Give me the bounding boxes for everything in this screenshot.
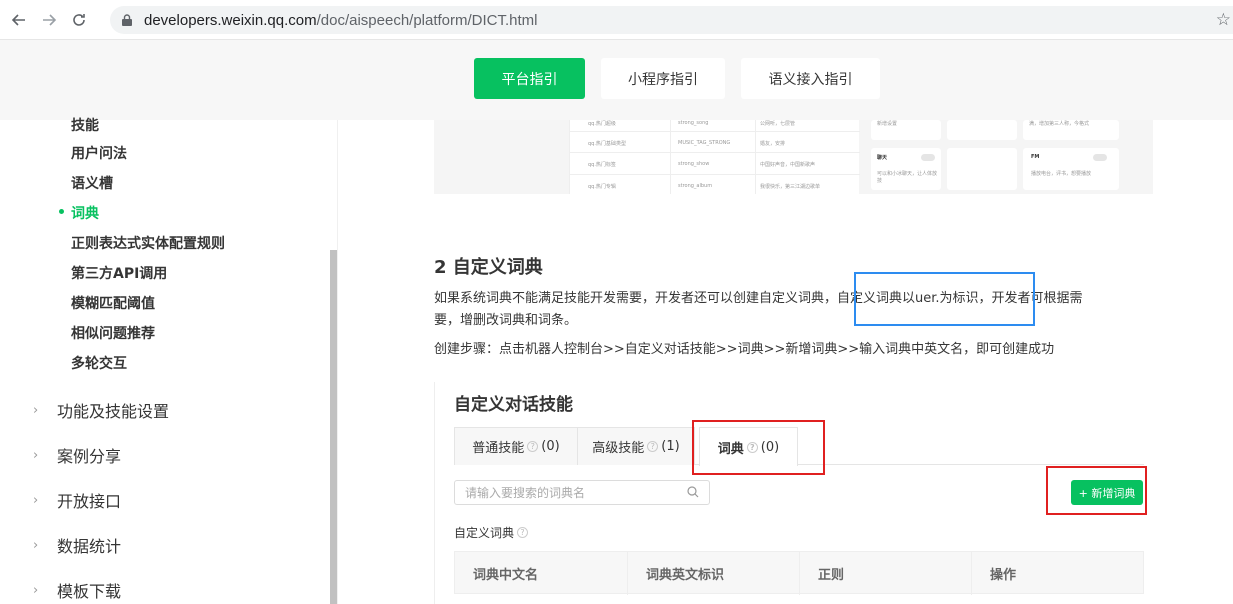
dict-table-header: 词典中文名 词典英文标识 正则 操作 (454, 551, 1144, 595)
chevron-right-icon: › (33, 537, 39, 553)
mini-card-desc: 满，增加第三人称，今格式 (1029, 121, 1090, 127)
mini-cell: strong_album (678, 183, 713, 189)
chevron-right-icon: › (33, 492, 39, 508)
col-en-id: 词典英文标识 (628, 552, 800, 595)
browser-toolbar: developers.weixin.qq.com/doc/aispeech/pl… (0, 0, 1233, 40)
sidebar: 技能 用户问法 语义槽 词典 正则表达式实体配置规则 第三方API调用 模糊匹配… (0, 118, 330, 604)
section-title: 2 自定义词典 (434, 257, 543, 278)
sidebar-group-cases[interactable]: › 案例分享 (33, 443, 121, 467)
annotation-box-dict-tab (692, 420, 825, 475)
chevron-right-icon: › (33, 402, 39, 418)
mini-table: qq.热门超级 strong_song 公网听，七层管 qq.热门基础类型 MU… (569, 120, 860, 194)
help-icon: ? (517, 527, 529, 538)
url-path: /doc/aispeech/platform/DICT.html (316, 11, 538, 29)
mini-cell: strong_song (678, 120, 709, 126)
sidebar-group-label: 案例分享 (57, 447, 122, 466)
sidebar-group-label: 数据统计 (57, 537, 122, 556)
tab-label: 普通技能 (472, 441, 525, 456)
mini-cell: strong_show (678, 161, 710, 167)
mini-cell: qq.热门专辑 (588, 184, 616, 190)
chevron-right-icon: › (33, 447, 39, 463)
main-content: qq.热门超级 strong_song 公网听，七层管 qq.热门基础类型 MU… (338, 120, 1233, 604)
mini-card (947, 148, 1017, 190)
sidebar-group-templates[interactable]: › 模板下载 (33, 578, 121, 602)
sidebar-scrollbar[interactable] (330, 250, 337, 604)
mini-card-desc: 可以和小冰聊天，让人体放技 (877, 171, 938, 184)
mini-cell: 婚友，安排 (760, 141, 786, 147)
col-cn-name: 词典中文名 (455, 552, 628, 595)
mini-toggle (921, 154, 935, 161)
sidebar-item-api[interactable]: 第三方API调用 (71, 263, 167, 283)
help-icon: ? (647, 441, 659, 452)
chevron-right-icon: › (33, 582, 39, 598)
back-arrow-icon[interactable] (4, 5, 34, 35)
mini-card-title: FM (1031, 154, 1040, 160)
mini-card-title: 新增设置 (877, 121, 898, 127)
tab-count: (1) (661, 439, 680, 454)
mini-cell: qq.热门基础类型 (588, 141, 626, 147)
tab-count: (0) (541, 439, 560, 454)
sidebar-group-label: 模板下载 (57, 582, 122, 601)
mini-toggle (1093, 154, 1107, 161)
dict-search-input[interactable] (454, 480, 710, 505)
annotation-box-add-button (1046, 466, 1147, 515)
sidebar-item-similar[interactable]: 相似问题推荐 (71, 323, 155, 343)
mini-card: 满，增加第三人称，今格式 (1023, 120, 1119, 140)
mini-card (947, 120, 1017, 140)
mini-cell: MUSIC_TAG_STRONG (678, 140, 731, 146)
sidebar-group-label: 开放接口 (57, 492, 122, 511)
search-icon[interactable] (687, 486, 699, 498)
highlight-box-blue (854, 272, 1035, 326)
panel-title: 自定义对话技能 (454, 395, 573, 415)
steps-text: 创建步骤：点击机器人控制台>>自定义对话技能>>词典>>新增词典>>输入词典中英… (434, 342, 1055, 357)
mini-card-desc: 播放电台，评书，想要播放 (1031, 171, 1092, 177)
sidebar-item-user-query[interactable]: 用户问法 (71, 143, 127, 163)
sidebar-item-skill[interactable]: 技能 (71, 115, 99, 135)
sidebar-group-label: 功能及技能设置 (57, 402, 170, 421)
mini-cell: 公网听，七层管 (760, 121, 796, 127)
mini-card: 聊天 可以和小冰聊天，让人体放技 (871, 148, 941, 190)
sidebar-item-regex[interactable]: 正则表达式实体配置规则 (71, 233, 225, 253)
mini-cell: qq.热门标签 (588, 162, 616, 168)
forward-arrow-icon[interactable] (34, 5, 64, 35)
screenshot-image: qq.热门超级 strong_song 公网听，七层管 qq.热门基础类型 MU… (434, 120, 1153, 194)
address-bar[interactable]: developers.weixin.qq.com/doc/aispeech/pl… (110, 6, 1233, 34)
mini-cell: 中国好声音，中国新歌声 (760, 162, 816, 168)
mini-card-title: 聊天 (877, 155, 888, 161)
help-icon: ? (527, 441, 539, 452)
sidebar-group-settings[interactable]: › 功能及技能设置 (33, 398, 169, 422)
tab-semantic-guide[interactable]: 语义接入指引 (741, 58, 880, 99)
custom-dict-label: 自定义词典? (454, 524, 531, 541)
reload-icon[interactable] (64, 5, 94, 35)
sidebar-item-dict[interactable]: 词典 (71, 203, 99, 223)
sidebar-item-multiturn[interactable]: 多轮交互 (71, 353, 127, 373)
tab-miniprogram-guide[interactable]: 小程序指引 (601, 58, 725, 99)
sidebar-group-open-api[interactable]: › 开放接口 (33, 488, 121, 512)
lock-icon (122, 14, 132, 26)
col-regex: 正则 (800, 552, 972, 595)
sidebar-item-slot[interactable]: 语义槽 (71, 173, 113, 193)
custom-dict-label-text: 自定义词典 (454, 526, 515, 540)
active-dot (59, 209, 64, 214)
bookmark-star-icon[interactable]: ☆ (1216, 10, 1231, 30)
top-navigation: 平台指引 小程序指引 语义接入指引 (0, 40, 1233, 120)
sidebar-item-fuzzy[interactable]: 模糊匹配阈值 (71, 293, 155, 313)
mini-cell: 我很快乐，第三江湖边歌单 (760, 184, 821, 190)
col-actions: 操作 (990, 568, 1017, 583)
mini-card: 新增设置 (871, 120, 941, 140)
url-host: developers.weixin.qq.com (144, 11, 317, 29)
tab-normal-skill[interactable]: 普通技能? (0) (454, 427, 578, 465)
tab-advanced-skill[interactable]: 高级技能? (1) (577, 427, 695, 465)
intro-line-2: 要，增删改词典和词条。 (434, 313, 578, 328)
mini-card: FM 播放电台，评书，想要播放 (1023, 148, 1119, 190)
sidebar-group-stats[interactable]: › 数据统计 (33, 533, 121, 557)
tab-platform-guide[interactable]: 平台指引 (474, 58, 585, 99)
tab-label: 高级技能 (592, 441, 645, 456)
mini-cell: qq.热门超级 (588, 121, 616, 127)
